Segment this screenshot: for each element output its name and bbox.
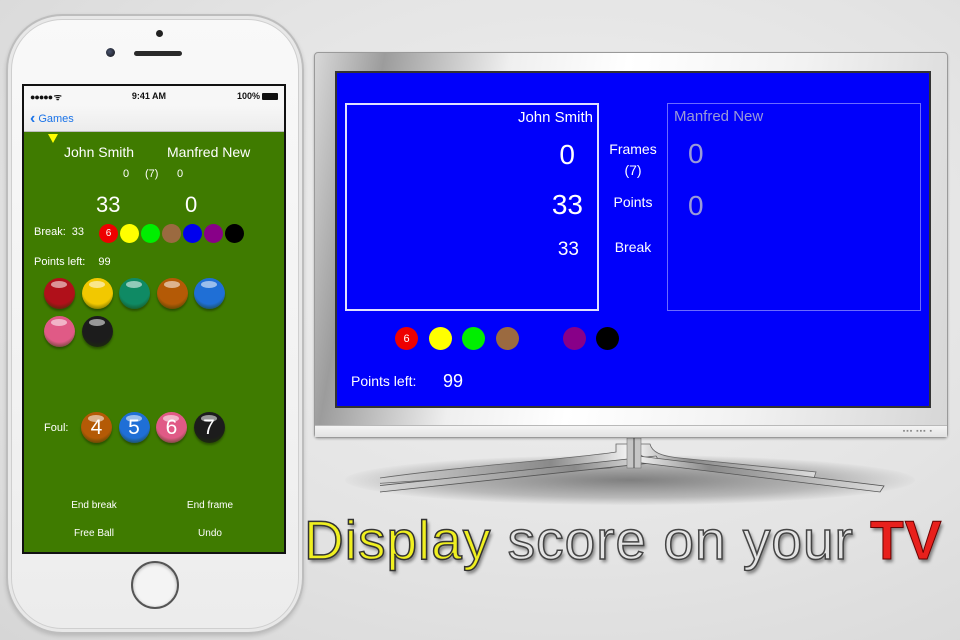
foul-4-button[interactable]: 4 [81,412,112,443]
tv-player1-panel: John Smith 0 33 33 [345,103,599,311]
end-break-button[interactable]: End break [39,500,149,511]
break-ball-indicator [120,224,139,243]
chevron-left-icon: ‹ [30,109,36,127]
phone-screen: ●●●●● ᯤ 9:41 AM 100% ‹ Games John Smith … [22,84,286,554]
tv-break-ball-indicator [428,327,452,350]
points-left-value: 99 [98,256,111,268]
pot-pink-ball-button[interactable] [44,316,75,347]
points-left-label: Points left: [34,256,86,268]
foul-7-button[interactable]: 7 [193,412,225,443]
undo-button[interactable]: Undo [155,528,265,539]
tv-bottom-bezel: ▪▪▪ ▪▪▪ ▪ [315,425,947,437]
tv-break-ball-indicator: 6 [395,327,418,350]
tagline-tv: TV [870,509,943,572]
game-panel: John Smith Manfred New 0 (7) 0 33 0 Brea… [24,132,284,552]
player2-name: Manfred New [167,144,251,160]
break-ball-indicator [225,224,244,243]
player1-name: John Smith [64,144,135,160]
tv-player2-panel: Manfred New 0 0 [667,103,921,311]
earpiece-speaker [134,51,182,56]
tv-frames-label: Frames [609,141,657,157]
tv-player2-name: Manfred New [674,108,764,125]
break-ball-indicator: 6 [99,224,118,243]
tagline: Display score on your TV [303,508,943,572]
status-bar: ●●●●● ᯤ 9:41 AM 100% [24,86,284,106]
tv-points-left-label: Points left: [351,373,417,389]
tv-break-ball-indicator [529,327,552,350]
tv-break-ball-indicator [495,327,519,350]
tv-player1-name: John Smith [517,109,593,126]
back-button[interactable]: ‹ Games [30,109,74,127]
tv-indicator-leds-icon: ▪▪▪ ▪▪▪ ▪ [902,428,933,435]
tv-player2-points: 0 [688,190,704,221]
back-label: Games [38,112,74,125]
tv-screen: John Smith 0 33 33 Frames (7) Points Bre… [335,71,931,408]
foul-label: Foul: [44,422,69,434]
nav-bar: ‹ Games [24,106,284,132]
status-time: 9:41 AM [131,91,167,101]
break-ball-indicator [141,224,160,243]
break-ball-indicator [183,224,202,243]
tv-frame: John Smith 0 33 33 Frames (7) Points Bre… [314,52,948,438]
foul-5-button[interactable]: 5 [118,412,150,443]
proximity-sensor [156,30,163,37]
free-ball-button[interactable]: Free Ball [39,528,149,539]
end-frame-button[interactable]: End frame [155,500,265,511]
tv-break-ball-indicator [462,327,485,350]
break-ball-indicator [204,224,223,243]
frames-total: (7) [145,168,159,180]
tv-stand [380,438,885,493]
pot-green-ball-button[interactable] [119,278,150,309]
pot-blue-ball-button[interactable] [194,278,225,309]
battery-percent: 100% [236,91,260,101]
battery-status: 100% [237,91,278,101]
tv-break-ball-indicator [596,327,619,350]
player2-frames: 0 [177,168,184,180]
pot-red-ball-button[interactable] [44,278,75,309]
tv-break-label: Break [614,239,652,255]
home-button[interactable] [131,561,179,609]
tv-break-ball-indicator [562,327,586,350]
break-ball-indicator [162,224,181,243]
current-player-indicator-icon [48,134,58,143]
battery-icon [262,93,278,101]
tv-points-label: Points [613,194,653,210]
tv-player1-frames: 0 [559,139,575,170]
tv-frames-total: (7) [624,162,642,178]
tv-player1-points: 33 [551,189,583,220]
break-label: Break: [34,226,66,238]
tv-break-balls: 6 [395,327,635,351]
pot-brown-ball-button[interactable] [156,278,188,309]
break-value: 33 [71,226,85,238]
foul-6-button[interactable]: 6 [156,412,187,443]
break-row: Break: 33 [34,226,84,238]
front-camera-icon [106,48,115,57]
tv-player2-frames: 0 [688,138,704,169]
tagline-middle: score on your [491,508,871,572]
player2-score: 0 [185,192,198,217]
tv-player1-break: 33 [557,239,579,260]
pot-yellow-ball-button[interactable] [81,278,113,309]
signal-wifi-icon: ●●●●● ᯤ [30,91,62,102]
tagline-display: Display [303,508,492,572]
tv-points-left-value: 99 [443,371,464,391]
pot-black-ball-button[interactable] [81,316,113,347]
player1-score: 33 [96,192,121,217]
player1-frames: 0 [123,168,130,180]
break-balls: 6 [99,224,244,243]
points-left-row: Points left: 99 [34,256,111,268]
